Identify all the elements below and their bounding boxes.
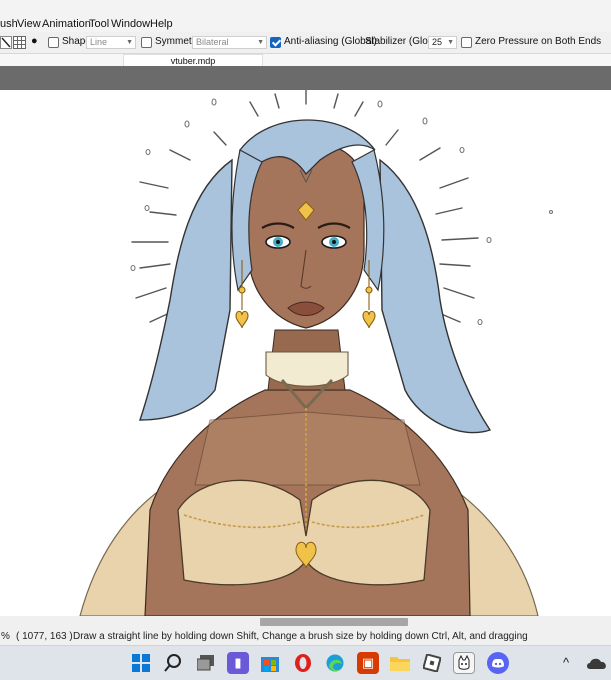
document-tab[interactable]: vtuber.mdp [123, 54, 263, 66]
menu-bar: ush View Animation Tool Window Help [0, 0, 611, 32]
symmetry-value: Bilateral [196, 37, 229, 47]
line-tool-icon[interactable] [0, 36, 12, 49]
choker [265, 351, 349, 387]
file-explorer-icon[interactable] [389, 652, 411, 674]
menu-view[interactable]: View [17, 18, 41, 30]
discord-icon[interactable] [487, 652, 509, 674]
zoom-readout: % [1, 631, 10, 642]
antialias-label: Anti-aliasing (Global) [284, 36, 377, 47]
scrollbar-thumb[interactable] [260, 618, 408, 626]
status-bar: % ( 1077, 163 ) Draw a straight line by … [0, 628, 611, 645]
menu-tool[interactable]: Tool [89, 18, 109, 30]
zero-pressure-checkbox[interactable] [461, 37, 472, 48]
tool-options-bar: ● Shape Line ▼ Symmetry Bilateral ▼ Anti-a… [0, 32, 611, 54]
menu-help[interactable]: Help [150, 18, 173, 30]
edge-icon[interactable] [324, 652, 346, 674]
canvas-header [0, 66, 611, 90]
horizontal-scrollbar[interactable] [0, 616, 611, 628]
search-icon[interactable] [162, 652, 184, 674]
menu-brush[interactable]: ush [0, 18, 18, 30]
right-pupil [332, 240, 336, 244]
status-hint: Draw a straight line by holding down Shi… [73, 631, 528, 642]
chevron-down-icon: ▼ [257, 39, 264, 46]
tray-chevron-icon[interactable]: ^ [563, 655, 569, 670]
symmetry-dropdown[interactable]: Bilateral ▼ [192, 36, 267, 49]
zero-pressure-label: Zero Pressure on Both Ends [475, 36, 602, 47]
medibang-icon[interactable] [453, 652, 475, 674]
shape-dropdown[interactable]: Line ▼ [86, 36, 136, 49]
left-pupil [276, 240, 280, 244]
stabilizer-value: 25 [432, 37, 443, 47]
chevron-down-icon: ▼ [447, 39, 454, 46]
sheer-panel [194, 411, 421, 486]
office-icon[interactable]: ▣ [357, 652, 379, 674]
windows-taskbar: ▮ ▣ ^ [0, 645, 611, 680]
roblox-icon[interactable] [421, 652, 443, 674]
opera-icon[interactable] [292, 652, 314, 674]
onedrive-cloud-icon[interactable] [586, 656, 608, 670]
chevron-down-icon: ▼ [126, 39, 133, 46]
grid-icon[interactable] [13, 36, 26, 49]
menu-animation[interactable]: Animation [42, 18, 91, 30]
document-tab-bar: vtuber.mdp [0, 54, 611, 66]
hair-right [379, 158, 492, 434]
task-view-icon[interactable] [195, 652, 217, 674]
symmetry-checkbox[interactable] [141, 37, 152, 48]
vtuber-artwork [79, 90, 554, 616]
brush-dot-icon[interactable]: ● [31, 35, 38, 47]
windows-start-icon[interactable] [130, 652, 152, 674]
hair-left [139, 158, 233, 421]
antialias-checkbox[interactable] [270, 37, 281, 48]
store-icon[interactable] [259, 652, 281, 674]
teams-chat-icon[interactable]: ▮ [227, 652, 249, 674]
cursor-coords: ( 1077, 163 ) [16, 631, 73, 642]
canvas[interactable] [0, 90, 611, 616]
shape-value: Line [90, 37, 108, 47]
menu-window[interactable]: Window [111, 18, 150, 30]
shape-checkbox[interactable] [48, 37, 59, 48]
stabilizer-dropdown[interactable]: 25 ▼ [428, 36, 457, 49]
